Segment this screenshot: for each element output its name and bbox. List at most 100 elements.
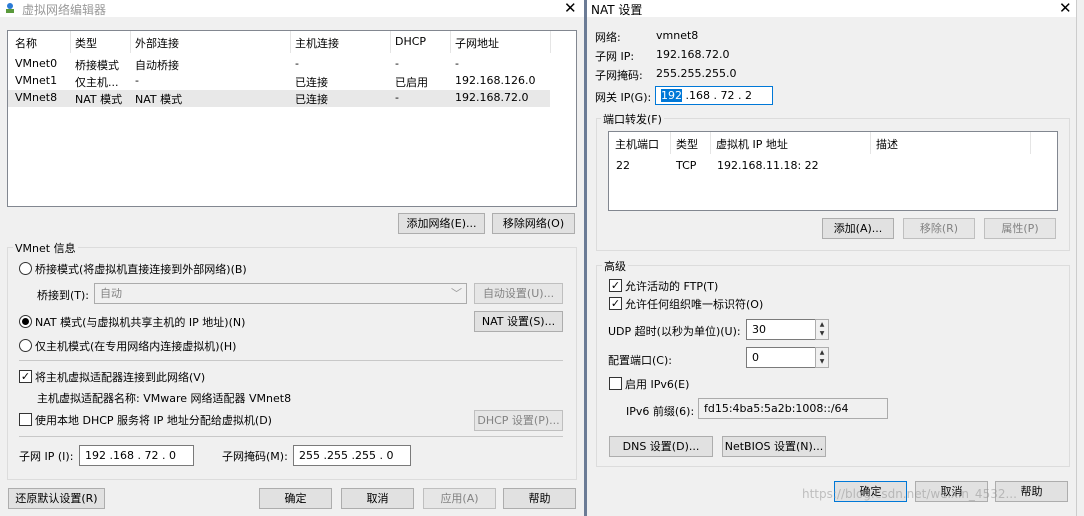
cell: 已连接: [295, 76, 328, 89]
restore-defaults-button[interactable]: 还原默认设置(R): [8, 488, 105, 509]
apply-button[interactable]: 应用(A): [423, 488, 496, 509]
column-header[interactable]: 名称: [15, 35, 37, 51]
cell: 已连接: [295, 93, 328, 106]
column-divider: [870, 132, 871, 154]
allow-oui-label[interactable]: 允许任何组织唯一标识符(O): [625, 296, 763, 312]
allow-oui-checkbox[interactable]: ✓: [609, 297, 622, 310]
column-divider: [130, 31, 131, 53]
title-bar: NAT 设置 ✕: [587, 0, 1076, 17]
host-only-label[interactable]: 仅主机模式(在专用网络内连接虚拟机)(H): [35, 338, 236, 354]
column-header[interactable]: 外部连接: [135, 35, 179, 51]
chevron-down-icon: ﹀: [451, 287, 462, 300]
column-header[interactable]: 类型: [676, 136, 698, 152]
column-header[interactable]: 主机连接: [295, 35, 339, 51]
column-divider: [450, 31, 451, 53]
right-edge-strip: [1076, 0, 1084, 516]
ipv6-prefix-label: IPv6 前缀(6):: [626, 405, 695, 418]
ok-button[interactable]: 确定: [259, 488, 332, 509]
table-row[interactable]: 22 TCP 192.168.11.18: 22: [609, 159, 1030, 175]
remove-network-button[interactable]: 移除网络(O): [492, 213, 575, 234]
column-header[interactable]: 描述: [876, 136, 898, 152]
table-row[interactable]: VMnet1 仅主机... - 已连接 已启用 192.168.126.0: [8, 73, 550, 89]
subnet-ip-input[interactable]: 192 .168 . 72 . 0: [79, 445, 194, 466]
spin-down-icon[interactable]: ▼: [816, 357, 828, 366]
dhcp-settings-button[interactable]: DHCP 设置(P)...: [474, 410, 563, 431]
enable-ipv6-label[interactable]: 启用 IPv6(E): [625, 376, 689, 392]
table-row[interactable]: VMnet0 桥接模式 自动桥接 - - -: [8, 56, 550, 72]
use-dhcp-label[interactable]: 使用本地 DHCP 服务将 IP 地址分配给虚拟机(D): [35, 412, 272, 428]
cell: -: [135, 74, 139, 87]
config-port-spinner[interactable]: ▲ ▼: [815, 347, 829, 368]
window-title: NAT 设置: [591, 3, 643, 17]
help-button[interactable]: 帮助: [503, 488, 576, 509]
config-port-input[interactable]: 0: [746, 347, 816, 368]
bridge-to-value: 自动: [100, 287, 122, 300]
column-divider: [670, 132, 671, 154]
spin-up-icon[interactable]: ▲: [816, 348, 828, 357]
subnet-ip-label: 子网 IP (I):: [19, 450, 74, 463]
cell: 桥接模式: [75, 59, 119, 72]
watermark: https://blog.csdn.net/weixin_4532...: [802, 487, 1017, 501]
add-network-button[interactable]: 添加网络(E)...: [398, 213, 485, 234]
port-forwarding-title: 端口转发(F): [601, 111, 664, 127]
cell: -: [295, 57, 299, 70]
gateway-ip-label: 网关 IP(G):: [595, 91, 652, 104]
column-divider: [1030, 132, 1031, 154]
cell: 仅主机...: [75, 76, 119, 89]
netbios-settings-button[interactable]: NetBIOS 设置(N)...: [722, 436, 826, 457]
column-header[interactable]: 虚拟机 IP 地址: [716, 136, 788, 152]
column-header[interactable]: 子网地址: [455, 35, 499, 51]
column-header[interactable]: 类型: [75, 35, 97, 51]
allow-ftp-checkbox[interactable]: ✓: [609, 279, 622, 292]
gateway-ip-rest: .168 . 72 . 2: [682, 89, 752, 102]
port-forwarding-list[interactable]: 主机端口 类型 虚拟机 IP 地址 描述 22 TCP 192.168.11.1…: [608, 131, 1058, 211]
gateway-ip-input[interactable]: 192 .168 . 72 . 2: [655, 86, 773, 105]
app-icon: [4, 2, 16, 14]
config-port-label: 配置端口(C):: [608, 354, 672, 367]
enable-ipv6-checkbox[interactable]: [609, 377, 622, 390]
auto-settings-button[interactable]: 自动设置(U)...: [474, 283, 563, 304]
bridge-to-select[interactable]: 自动 ﹀: [94, 283, 467, 304]
column-divider: [390, 31, 391, 53]
network-label: 网络:: [595, 31, 621, 44]
pf-add-button[interactable]: 添加(A)...: [822, 218, 894, 239]
close-icon[interactable]: ✕: [564, 0, 577, 17]
subnet-mask-label: 子网掩码:: [595, 69, 643, 82]
table-row-selected[interactable]: VMnet8 NAT 模式 NAT 模式 已连接 - 192.168.72.0: [8, 90, 550, 107]
spin-down-icon[interactable]: ▼: [816, 329, 828, 338]
column-header[interactable]: DHCP: [395, 35, 426, 48]
nat-settings-button[interactable]: NAT 设置(S)...: [474, 311, 563, 332]
title-bar: 虚拟网络编辑器 ✕: [0, 0, 584, 17]
ipv6-prefix-input[interactable]: fd15:4ba5:5a2b:1008::/64: [698, 398, 888, 419]
connect-adapter-label[interactable]: 将主机虚拟适配器连接到此网络(V): [35, 369, 205, 385]
pf-remove-button[interactable]: 移除(R): [903, 218, 975, 239]
udp-timeout-input[interactable]: 30: [746, 319, 816, 340]
vmnet-info-title: VMnet 信息: [13, 240, 78, 256]
cell: -: [455, 57, 459, 70]
divider: [19, 436, 563, 437]
nat-mode-label[interactable]: NAT 模式(与虚拟机共享主机的 IP 地址)(N): [35, 314, 245, 330]
cancel-button[interactable]: 取消: [341, 488, 414, 509]
gateway-ip-selected-octet: 192: [661, 89, 682, 102]
cell: 192.168.126.0: [455, 74, 536, 87]
udp-timeout-spinner[interactable]: ▲ ▼: [815, 319, 829, 340]
use-dhcp-checkbox[interactable]: [19, 413, 32, 426]
nat-settings-window: NAT 设置 ✕ 网络: vmnet8 子网 IP: 192.168.72.0 …: [587, 0, 1076, 516]
nat-mode-radio[interactable]: [19, 315, 32, 328]
bridge-mode-label[interactable]: 桥接模式(将虚拟机直接连接到外部网络)(B): [35, 261, 247, 277]
spin-up-icon[interactable]: ▲: [816, 320, 828, 329]
host-only-radio[interactable]: [19, 339, 32, 352]
column-header[interactable]: 主机端口: [615, 136, 659, 152]
subnet-mask-input[interactable]: 255 .255 .255 . 0: [293, 445, 411, 466]
cell: TCP: [676, 159, 697, 172]
connect-adapter-checkbox[interactable]: ✓: [19, 370, 32, 383]
cell: 已启用: [395, 76, 428, 89]
cell: -: [395, 91, 399, 104]
allow-ftp-label[interactable]: 允许活动的 FTP(T): [625, 278, 718, 294]
cell: 22: [616, 159, 630, 172]
bridge-mode-radio[interactable]: [19, 262, 32, 275]
network-list[interactable]: 名称 类型 外部连接 主机连接 DHCP 子网地址 VMnet0 桥接模式 自动…: [7, 30, 577, 207]
pf-properties-button[interactable]: 属性(P): [984, 218, 1056, 239]
close-icon[interactable]: ✕: [1059, 0, 1072, 17]
dns-settings-button[interactable]: DNS 设置(D)...: [609, 436, 713, 457]
